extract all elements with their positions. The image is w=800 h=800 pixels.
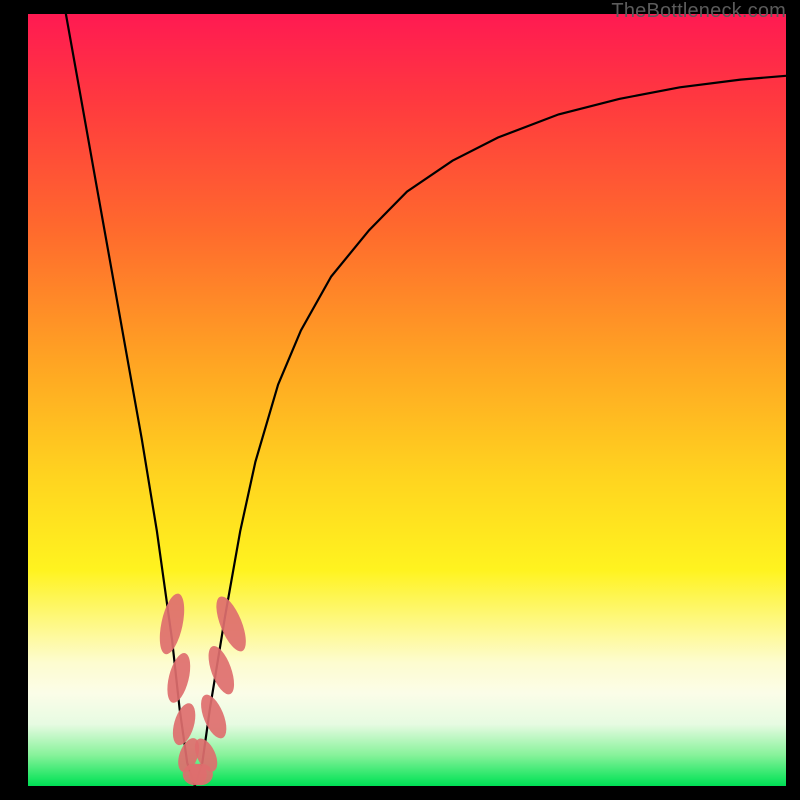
bottleneck-chart-svg [28,14,786,786]
series-marker [163,651,195,705]
series-marker [155,591,189,656]
plot-area [28,14,786,786]
chart-frame: TheBottleneck.com [0,0,800,800]
watermark-text: TheBottleneck.com [611,0,786,23]
marker-cluster-group [155,591,252,785]
series-marker [210,593,252,655]
series-marker [203,643,239,698]
series-marker [196,691,232,741]
